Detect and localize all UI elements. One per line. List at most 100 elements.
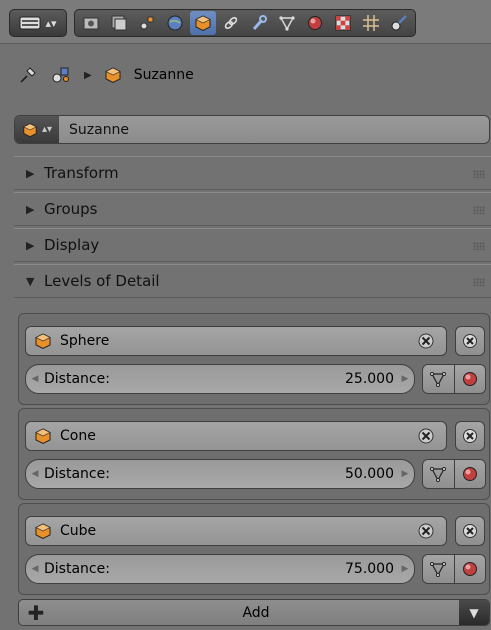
distance-value: 75.000 [345, 561, 394, 577]
replace-mesh-toggle[interactable] [423, 460, 454, 488]
drag-grip-icon[interactable] [473, 278, 485, 286]
lod-object-field[interactable]: Cone [25, 421, 447, 451]
lod-distance-field[interactable]: ◀ Distance: 25.000 ▶ [25, 364, 415, 394]
scene-icon [52, 67, 69, 83]
object-browse-button[interactable]: ▴▾ [15, 116, 59, 143]
lod-distance-field[interactable]: ◀ Distance: 75.000 ▶ [25, 554, 415, 584]
breadcrumb: ▶ Suzanne [18, 60, 194, 90]
object-icon [35, 523, 51, 540]
tab-constraints[interactable] [218, 11, 244, 35]
clear-field-icon[interactable] [416, 331, 436, 351]
object-name-field[interactable]: ▴▾ Suzanne [14, 115, 490, 144]
replace-material-toggle[interactable] [453, 460, 485, 488]
mesh-data-icon [430, 467, 447, 482]
drag-grip-icon[interactable] [473, 170, 485, 178]
panel-display[interactable]: ▶ Display [14, 228, 491, 262]
chevron-down-icon[interactable]: ▼ [459, 600, 489, 625]
physics-icon [391, 15, 407, 31]
tab-data[interactable] [274, 11, 300, 35]
collapsed-arrow-icon: ▶ [26, 202, 35, 216]
lod-level: Cone ◀ Distance: 50.000 ▶ [18, 408, 490, 500]
lod-object-field[interactable]: Sphere [25, 326, 447, 356]
tab-world[interactable] [162, 11, 188, 35]
tab-scene[interactable] [134, 11, 160, 35]
object-icon [35, 428, 51, 445]
tab-material[interactable] [302, 11, 328, 35]
panel-levels-of-detail[interactable]: ▼ Levels of Detail [14, 264, 491, 298]
add-lod-bar: ✚ Add ▼ [18, 599, 490, 626]
lod-level: Sphere ◀ Distance: 25.000 ▶ [18, 313, 490, 405]
panel-groups-label: Groups [44, 200, 98, 218]
render-icon [83, 17, 99, 30]
replace-material-toggle[interactable] [453, 365, 485, 393]
editor-type-button[interactable]: ▴▾ [9, 9, 67, 37]
breadcrumb-separator-icon: ▶ [84, 69, 92, 81]
panel-display-label: Display [44, 236, 100, 254]
world-icon [167, 15, 183, 31]
distance-label: Distance: [44, 371, 110, 387]
breadcrumb-object-name: Suzanne [133, 67, 194, 83]
tab-render[interactable] [78, 11, 104, 35]
lod-replace-toggles [422, 554, 486, 584]
close-icon [463, 524, 477, 538]
render-layers-icon [111, 15, 127, 31]
properties-header: ▴▾ [0, 0, 491, 44]
panel-lod-label: Levels of Detail [44, 272, 160, 290]
clear-field-icon[interactable] [416, 521, 436, 541]
object-name-value: Suzanne [69, 121, 130, 138]
tab-texture[interactable] [330, 11, 356, 35]
clear-field-icon[interactable] [416, 426, 436, 446]
increment-arrow-icon[interactable]: ▶ [396, 469, 414, 479]
lod-replace-toggles [422, 459, 486, 489]
modifiers-icon [252, 15, 267, 30]
tab-render-layers[interactable] [106, 11, 132, 35]
tab-physics[interactable] [386, 11, 412, 35]
material-icon [462, 467, 477, 481]
replace-material-toggle[interactable] [453, 555, 485, 583]
add-lod-button[interactable]: Add [53, 605, 459, 621]
increment-arrow-icon[interactable]: ▶ [396, 564, 414, 574]
object-icon [105, 67, 121, 84]
distance-label: Distance: [44, 466, 110, 482]
panel-transform-label: Transform [44, 164, 119, 182]
tab-modifiers[interactable] [246, 11, 272, 35]
mesh-data-icon [430, 562, 447, 577]
material-icon [462, 562, 477, 576]
data-icon [279, 16, 295, 31]
panel-groups[interactable]: ▶ Groups [14, 192, 491, 226]
lod-distance-field[interactable]: ◀ Distance: 50.000 ▶ [25, 459, 415, 489]
panel-transform[interactable]: ▶ Transform [14, 156, 491, 190]
replace-mesh-toggle[interactable] [423, 365, 454, 393]
collapsed-arrow-icon: ▶ [26, 238, 35, 252]
tab-particles[interactable] [358, 11, 384, 35]
properties-editor-icon [19, 16, 41, 30]
close-icon [463, 429, 477, 443]
constraints-icon [224, 16, 238, 30]
increment-arrow-icon[interactable]: ▶ [396, 374, 414, 384]
decrement-arrow-icon[interactable]: ◀ [26, 374, 44, 384]
lod-replace-toggles [422, 364, 486, 394]
remove-lod-button[interactable] [455, 326, 485, 356]
object-icon [195, 15, 211, 32]
replace-mesh-toggle[interactable] [423, 555, 454, 583]
lod-object-name: Cone [60, 428, 96, 444]
particles-icon [363, 15, 379, 31]
lod-object-field[interactable]: Cube [25, 516, 447, 546]
tab-object[interactable] [190, 11, 216, 35]
material-icon [308, 16, 322, 30]
object-icon [23, 122, 37, 137]
decrement-arrow-icon[interactable]: ◀ [26, 564, 44, 574]
drag-grip-icon[interactable] [473, 206, 485, 214]
expanded-arrow-icon: ▼ [26, 274, 35, 288]
remove-lod-button[interactable] [455, 421, 485, 451]
material-icon [462, 372, 477, 386]
lod-object-name: Cube [60, 523, 97, 539]
scene-icon [140, 16, 154, 30]
object-icon [35, 333, 51, 350]
texture-icon [335, 15, 351, 31]
pin-icon[interactable] [18, 65, 38, 85]
decrement-arrow-icon[interactable]: ◀ [26, 469, 44, 479]
drag-grip-icon[interactable] [473, 242, 485, 250]
add-plus-icon[interactable]: ✚ [19, 601, 53, 625]
remove-lod-button[interactable] [455, 516, 485, 546]
